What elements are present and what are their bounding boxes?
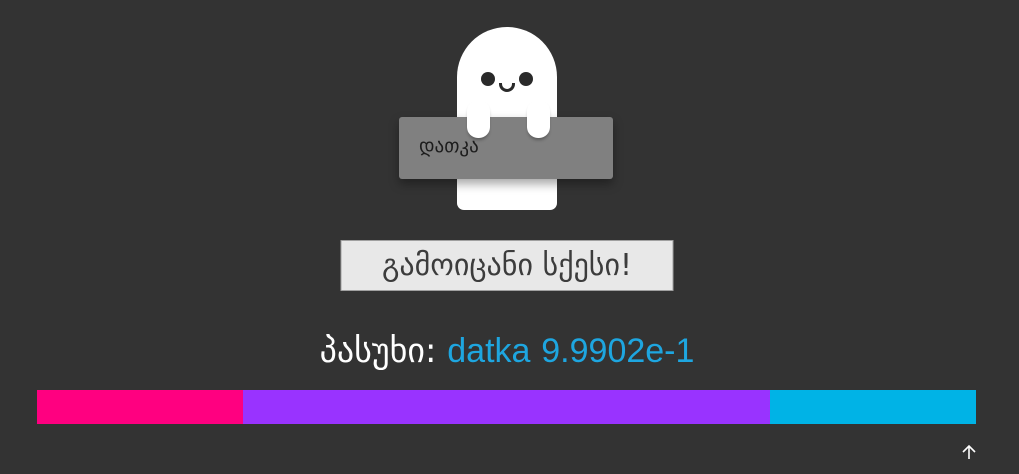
result-score: 9.9902e-1 — [541, 332, 695, 370]
result-bar — [37, 390, 976, 424]
arrow-up-icon — [962, 444, 976, 459]
name-input[interactable] — [399, 117, 613, 179]
scroll-top-button[interactable] — [958, 441, 980, 463]
result-line: პასუხი: datka 9.9902e-1 — [320, 326, 695, 376]
bar-segment-pink — [37, 390, 243, 424]
guess-gender-button[interactable]: გამოიცანი სქესი! — [340, 240, 674, 291]
ghost-arm-right — [527, 100, 550, 138]
app-root: გამოიცანი სქესი! პასუხი: datka 9.9902e-1 — [0, 0, 1019, 474]
bar-segment-cyan — [770, 390, 976, 424]
result-name: datka — [447, 332, 531, 370]
bar-segment-purple — [243, 390, 770, 424]
ghost-eye-right — [519, 72, 533, 86]
ghost-eye-left — [481, 72, 495, 86]
result-label: პასუხი: — [319, 331, 437, 371]
ghost-arm-left — [467, 100, 490, 138]
